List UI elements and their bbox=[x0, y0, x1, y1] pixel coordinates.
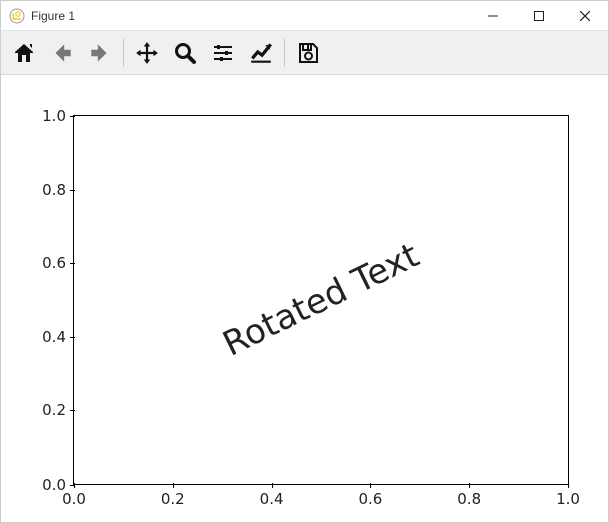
chart-line-icon bbox=[248, 40, 274, 66]
pan-button[interactable] bbox=[130, 36, 164, 70]
app-icon bbox=[9, 8, 25, 24]
forward-button[interactable] bbox=[83, 36, 117, 70]
y-tick-label: 0.2 bbox=[42, 401, 74, 419]
maximize-button[interactable] bbox=[516, 1, 562, 31]
configure-subplots-button[interactable] bbox=[206, 36, 240, 70]
y-tick-label: 0.4 bbox=[42, 328, 74, 346]
window-title: Figure 1 bbox=[31, 9, 75, 23]
titlebar: Figure 1 bbox=[1, 1, 608, 31]
x-tick-label: 0.6 bbox=[358, 484, 382, 508]
x-tick-label: 0.4 bbox=[260, 484, 284, 508]
y-tick-label: 0.8 bbox=[42, 181, 74, 199]
home-icon bbox=[12, 41, 36, 65]
app-window: Figure 1 bbox=[0, 0, 609, 523]
x-tick-label: 1.0 bbox=[556, 484, 580, 508]
magnify-icon bbox=[173, 41, 197, 65]
edit-axes-button[interactable] bbox=[244, 36, 278, 70]
zoom-button[interactable] bbox=[168, 36, 202, 70]
toolbar-separator bbox=[284, 39, 285, 67]
minimize-button[interactable] bbox=[470, 1, 516, 31]
y-tick-label: 0.6 bbox=[42, 254, 74, 272]
move-icon bbox=[134, 40, 160, 66]
x-tick-label: 0.8 bbox=[457, 484, 481, 508]
x-tick-label: 0.0 bbox=[62, 484, 86, 508]
toolbar-separator bbox=[123, 39, 124, 67]
arrow-right-icon bbox=[87, 40, 113, 66]
plot-axes: Rotated Text 0.0 0.2 0.4 0.6 0.8 1.0 0.0… bbox=[73, 115, 569, 485]
plot-annotation: Rotated Text bbox=[217, 235, 426, 364]
y-tick-label: 1.0 bbox=[42, 107, 74, 125]
back-button[interactable] bbox=[45, 36, 79, 70]
save-icon bbox=[296, 41, 320, 65]
figure-canvas[interactable]: Rotated Text 0.0 0.2 0.4 0.6 0.8 1.0 0.0… bbox=[1, 75, 608, 522]
x-tick-label: 0.2 bbox=[161, 484, 185, 508]
close-button[interactable] bbox=[562, 1, 608, 31]
save-button[interactable] bbox=[291, 36, 325, 70]
home-button[interactable] bbox=[7, 36, 41, 70]
arrow-left-icon bbox=[49, 40, 75, 66]
toolbar bbox=[1, 31, 608, 75]
sliders-icon bbox=[211, 41, 235, 65]
